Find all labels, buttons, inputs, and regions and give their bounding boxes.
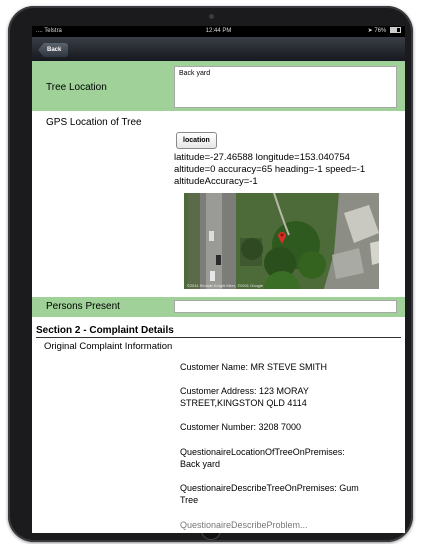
customer-address-line-2: STREET,KINGSTON QLD 4114 [180,397,307,408]
questionaire-partial: QuestionaireDescribeProblem... [180,520,308,530]
customer-address-line-1: Customer Address: 123 MORAY [180,386,309,396]
battery-indicator: ➤ 76% [368,26,401,37]
location-button[interactable]: location [176,132,217,149]
gps-line-3: altitudeAccuracy=-1 [174,176,258,187]
app-screen: .... Telstra 12:44 PM ➤ 76% Back Tree Lo… [32,26,405,533]
original-complaint-heading: Original Complaint Information [44,341,173,352]
persons-present-label: Persons Present [46,301,120,312]
status-bar: .... Telstra 12:44 PM ➤ 76% [32,26,405,37]
questionaire-describe-label: QuestionaireDescribeTreeOnPremises: Gum [180,483,359,493]
back-button[interactable]: Back [38,43,69,57]
customer-number: Customer Number: 3208 7000 [180,422,302,432]
battery-percent: 76% [374,28,387,34]
persons-present-input[interactable] [174,300,397,313]
map-credit: ©2011 Sinclair Knight Merz, ©2011 Google [187,283,264,288]
satellite-map[interactable]: ©2011 Sinclair Knight Merz, ©2011 Google [184,193,379,289]
questionaire-location: QuestionaireLocationOfTreeOnPremises: Ba… [180,447,345,470]
section-2-title: Section 2 - Complaint Details [36,325,174,336]
tree-location-label: Tree Location [46,82,107,93]
tree-location-row: Tree Location Back yard [32,61,405,111]
customer-address: Customer Address: 123 MORAY STREET,KINGS… [180,386,309,409]
navigation-bar: Back [32,37,405,61]
status-time: 12:44 PM [205,28,232,34]
map-pin-icon [278,232,286,244]
persons-present-row: Persons Present [32,297,405,317]
tree-location-input[interactable]: Back yard [174,66,397,108]
camera-dot [208,14,214,19]
gps-readout: latitude=-27.46588 longitude=153.040754 … [174,152,365,188]
section-divider [36,337,401,338]
questionaire-describe-value: Tree [180,494,199,505]
location-arrow-icon: ➤ [367,28,373,34]
battery-icon [390,27,401,34]
gps-line-1: latitude=-27.46588 longitude=153.040754 [174,152,350,163]
questionaire-location-value: Back yard [180,458,221,469]
customer-name: Customer Name: MR STEVE SMITH [180,362,328,372]
gps-location-label: GPS Location of Tree [46,117,142,128]
ipad-device-frame: .... Telstra 12:44 PM ➤ 76% Back Tree Lo… [8,6,413,542]
gps-line-2: altitude=0 accuracy=65 heading=-1 speed=… [174,164,366,175]
questionaire-describe: QuestionaireDescribeTreeOnPremises: Gum … [180,483,359,506]
questionaire-location-label: QuestionaireLocationOfTreeOnPremises: [180,447,345,457]
